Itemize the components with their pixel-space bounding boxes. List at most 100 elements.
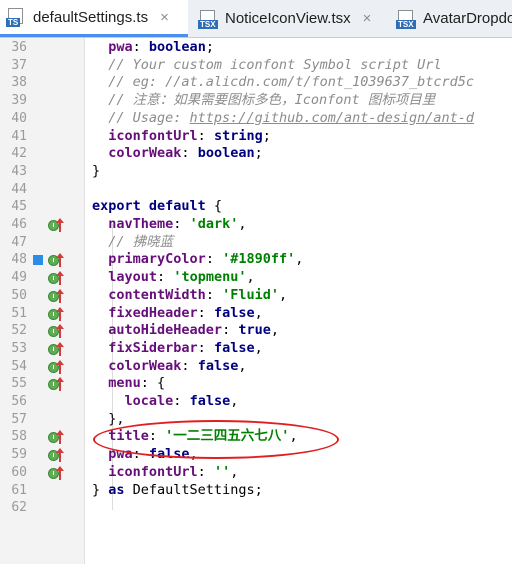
line-number: 55: [11, 376, 27, 392]
code-token: :: [197, 304, 214, 321]
override-arrow-icon[interactable]: [56, 288, 64, 303]
code-line[interactable]: 54 colorWeak: false,: [0, 358, 512, 376]
code-line[interactable]: 45 export default {: [0, 198, 512, 216]
code-token: '#1890ff': [222, 251, 296, 268]
code-token: colorWeak: [108, 145, 182, 162]
code-line[interactable]: 51 fixedHeader: false,: [0, 305, 512, 323]
code-text[interactable]: menu: {: [92, 375, 165, 393]
code-line[interactable]: 36 pwa: boolean;: [0, 39, 512, 57]
code-token: // Usage:: [92, 109, 190, 126]
override-arrow-icon[interactable]: [56, 271, 64, 286]
code-text[interactable]: locale: false,: [92, 393, 239, 411]
tab-avatar-dropdown[interactable]: TSX AvatarDropdo: [390, 0, 512, 37]
code-token: 'topmenu': [173, 269, 247, 286]
code-token: DefaultSettings;: [124, 481, 263, 498]
code-token: boolean: [197, 145, 255, 162]
code-token: fixSiderbar: [108, 339, 198, 356]
code-text[interactable]: // Your custom iconfont Symbol script Ur…: [92, 57, 441, 75]
code-text[interactable]: // 拂晓蓝: [92, 234, 173, 252]
code-line[interactable]: 37 // Your custom iconfont Symbol script…: [0, 57, 512, 75]
code-line[interactable]: 50 contentWidth: 'Fluid',: [0, 287, 512, 305]
override-arrow-icon[interactable]: [56, 324, 64, 339]
override-arrow-icon[interactable]: [56, 218, 64, 232]
code-text[interactable]: primaryColor: '#1890ff',: [92, 251, 303, 269]
override-arrow-icon[interactable]: [56, 430, 64, 445]
code-token: boolean: [148, 39, 206, 55]
code-token: pwa: [108, 39, 133, 55]
code-text[interactable]: }: [92, 163, 100, 181]
code-line[interactable]: 46 navTheme: 'dark',: [0, 216, 512, 234]
line-number: 60: [11, 464, 27, 480]
override-arrow-icon[interactable]: [56, 359, 64, 374]
code-line[interactable]: 41 iconfontUrl: string;: [0, 128, 512, 146]
code-line[interactable]: 52 autoHideHeader: true,: [0, 322, 512, 340]
code-line[interactable]: 38 // eg: //at.alicdn.com/t/font_1039637…: [0, 74, 512, 92]
override-arrow-icon[interactable]: [56, 377, 64, 392]
code-line[interactable]: 48 primaryColor: '#1890ff',: [0, 251, 512, 269]
override-arrow-icon[interactable]: [56, 306, 64, 321]
code-token: ;: [262, 127, 271, 144]
code-token: ;: [205, 39, 214, 55]
code-text[interactable]: iconfontUrl: string;: [92, 128, 271, 146]
code-line[interactable]: 55 menu: {: [0, 375, 512, 393]
code-text[interactable]: },: [92, 411, 124, 429]
code-token: menu: [108, 375, 141, 392]
line-number: 61: [11, 482, 27, 498]
code-line[interactable]: 56 locale: false,: [0, 393, 512, 411]
code-line[interactable]: 61 } as DefaultSettings;: [0, 482, 512, 500]
color-swatch-icon[interactable]: [33, 255, 43, 266]
close-icon[interactable]: ×: [160, 9, 169, 26]
code-token: }: [92, 481, 109, 498]
code-line[interactable]: 60 iconfontUrl: '',: [0, 464, 512, 482]
code-token: ;: [254, 145, 263, 162]
tab-notice-icon-view[interactable]: TSX NoticeIconView.tsx ×: [192, 0, 394, 37]
code-token: :: [173, 393, 190, 409]
code-text[interactable]: iconfontUrl: '',: [92, 464, 238, 482]
code-text[interactable]: export default {: [92, 198, 222, 216]
line-number: 53: [11, 340, 27, 356]
override-arrow-icon[interactable]: [56, 465, 64, 480]
close-icon[interactable]: ×: [363, 10, 372, 27]
line-number: 36: [11, 40, 27, 55]
code-text[interactable]: // Usage: https://github.com/ant-design/…: [92, 110, 474, 128]
code-token: :: [197, 127, 214, 144]
code-token: :: [132, 39, 149, 55]
override-arrow-icon[interactable]: [56, 341, 64, 356]
code-line[interactable]: 53 fixSiderbar: false,: [0, 340, 512, 358]
code-line[interactable]: 40 // Usage: https://github.com/ant-desi…: [0, 110, 512, 128]
code-text[interactable]: contentWidth: 'Fluid',: [92, 287, 287, 305]
code-text[interactable]: } as DefaultSettings;: [92, 482, 263, 500]
code-line[interactable]: 47 // 拂晓蓝: [0, 234, 512, 252]
line-number: 44: [11, 181, 27, 197]
code-line[interactable]: 43}: [0, 163, 512, 181]
code-text[interactable]: fixedHeader: false,: [92, 304, 262, 323]
code-editor[interactable]: 36 pwa: boolean; 37 // Your custom iconfo…: [0, 38, 512, 564]
override-arrow-icon[interactable]: [56, 253, 64, 268]
line-number: 37: [11, 57, 27, 73]
tab-label: NoticeIconView.tsx: [225, 10, 351, 27]
override-arrow-icon[interactable]: [56, 448, 64, 463]
code-text[interactable]: colorWeak: false,: [92, 358, 246, 376]
code-line[interactable]: 49 layout: 'topmenu',: [0, 269, 512, 287]
code-line[interactable]: 62: [0, 499, 512, 517]
code-text[interactable]: // eg: //at.alicdn.com/t/font_1039637_bt…: [92, 74, 474, 92]
code-line[interactable]: 42 colorWeak: boolean;: [0, 145, 512, 163]
code-token: :: [205, 286, 223, 303]
code-text[interactable]: colorWeak: boolean;: [92, 145, 263, 163]
code-token: : {: [140, 375, 166, 392]
code-text[interactable]: pwa: boolean;: [92, 39, 214, 57]
code-text[interactable]: layout: 'topmenu',: [92, 269, 254, 287]
code-token: ,: [254, 339, 263, 356]
code-line[interactable]: 44: [0, 181, 512, 199]
tab-default-settings[interactable]: TS defaultSettings.ts ×: [0, 0, 188, 37]
code-text[interactable]: autoHideHeader: true,: [92, 322, 279, 340]
code-token: iconfontUrl: [108, 463, 198, 480]
code-text[interactable]: // 注意：如果需要图标多色，Iconfont 图标项目里: [92, 92, 435, 110]
code-text[interactable]: navTheme: 'dark',: [92, 216, 246, 234]
code-text[interactable]: fixSiderbar: false,: [92, 339, 263, 358]
code-line[interactable]: 39 // 注意：如果需要图标多色，Iconfont 图标项目里: [0, 92, 512, 110]
